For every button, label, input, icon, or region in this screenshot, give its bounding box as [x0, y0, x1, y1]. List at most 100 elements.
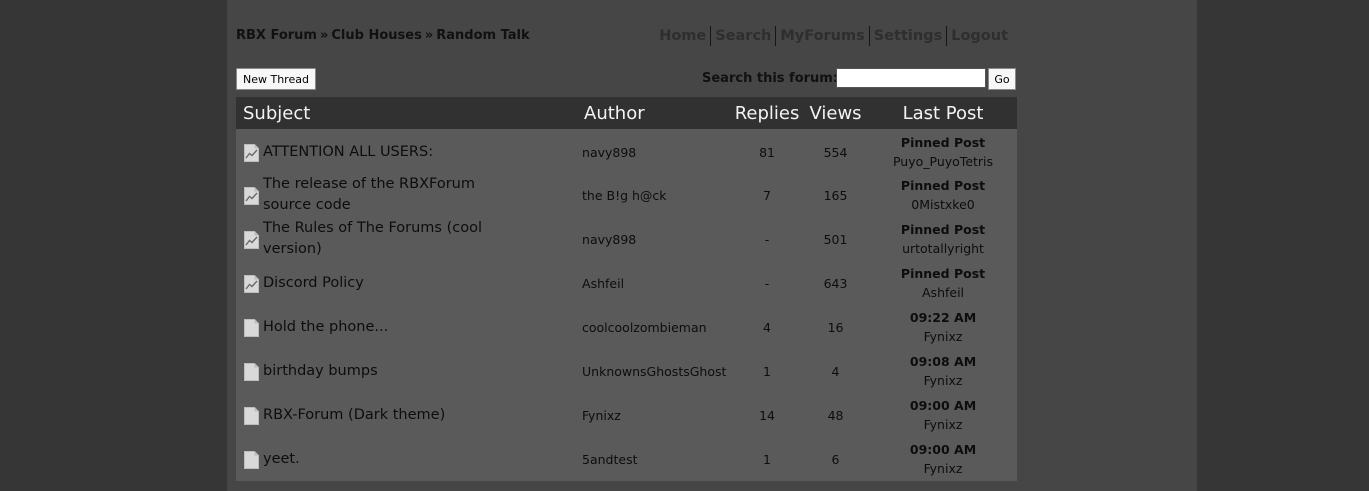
- thread-row[interactable]: ATTENTION ALL USERS: navy898 81 554 Pinned P…: [236, 129, 1018, 173]
- thread-icon-cell: [236, 261, 263, 305]
- header-subject[interactable]: Subject: [236, 97, 583, 129]
- last-post-user[interactable]: Fynixz: [869, 459, 1017, 478]
- thread-replies: 14: [732, 393, 803, 437]
- pinned-thread-icon: [244, 273, 259, 293]
- breadcrumb-item-random-talk[interactable]: Random Talk: [436, 28, 529, 43]
- thread-subject-link[interactable]: Hold the phone...: [263, 305, 583, 349]
- thread-subject-link[interactable]: The Rules of The Forums (cool version): [263, 217, 583, 261]
- last-post-title: Pinned Post: [900, 178, 986, 193]
- pinned-thread-icon: [244, 142, 259, 162]
- thread-replies: 4: [732, 305, 803, 349]
- nav-settings-link[interactable]: Settings: [868, 26, 946, 46]
- last-post-title: Pinned Post: [900, 266, 986, 281]
- thread-author[interactable]: Ashfeil: [582, 261, 733, 305]
- thread-author[interactable]: 5andtest: [582, 437, 733, 481]
- thread-table-header: Subject Author Replies Views Last Post: [236, 97, 1018, 129]
- thread-views: 501: [802, 217, 870, 261]
- thread-replies: 7: [732, 173, 803, 217]
- thread-subject-link[interactable]: ATTENTION ALL USERS:: [263, 129, 583, 173]
- new-thread-button[interactable]: New Thread: [236, 68, 316, 90]
- forum-search-input[interactable]: [836, 68, 986, 88]
- last-post-title: 09:00 AM: [909, 442, 977, 457]
- thread-views: 554: [802, 129, 870, 173]
- thread-row[interactable]: The release of the RBXForum source code t…: [236, 173, 1018, 217]
- thread-replies: 1: [732, 437, 803, 481]
- thread-views: 6: [802, 437, 870, 481]
- thread-row[interactable]: RBX-Forum (Dark theme) Fynixz 14 48 09:00 AM…: [236, 393, 1018, 437]
- search-go-button[interactable]: Go: [988, 68, 1016, 90]
- thread-views: 4: [802, 349, 870, 393]
- last-post-user[interactable]: Puyo_PuyoTetris: [869, 152, 1017, 171]
- thread-icon: [244, 405, 259, 425]
- nav-search-link[interactable]: Search: [710, 26, 775, 46]
- thread-views: 165: [802, 173, 870, 217]
- last-post-user[interactable]: urtotallyright: [869, 239, 1017, 258]
- thread-author[interactable]: coolcoolzombieman: [582, 305, 733, 349]
- thread-views: 16: [802, 305, 870, 349]
- breadcrumb-item-club-houses[interactable]: Club Houses: [331, 28, 421, 43]
- thread-subject-link[interactable]: RBX-Forum (Dark theme): [263, 393, 583, 437]
- thread-author[interactable]: UnknownsGhostsGhost: [582, 349, 733, 393]
- breadcrumb-separator: »: [424, 28, 434, 43]
- thread-last-post: 09:22 AM Fynixz: [869, 305, 1018, 349]
- thread-last-post: 09:00 AM Fynixz: [869, 393, 1018, 437]
- thread-last-post: Pinned Post Puyo_PuyoTetris: [869, 129, 1018, 173]
- thread-replies: 81: [732, 129, 803, 173]
- thread-table: Subject Author Replies Views Last Post A…: [236, 97, 1018, 481]
- thread-icon-cell: [236, 217, 263, 261]
- thread-author[interactable]: Fynixz: [582, 393, 733, 437]
- thread-icon: [244, 449, 259, 469]
- thread-list: ATTENTION ALL USERS: navy898 81 554 Pinned P…: [236, 129, 1018, 481]
- thread-last-post: Pinned Post 0Mistxke0: [869, 173, 1018, 217]
- header-author[interactable]: Author: [582, 97, 733, 129]
- thread-author[interactable]: navy898: [582, 217, 733, 261]
- nav-myforums-link[interactable]: MyForums: [775, 26, 868, 46]
- last-post-title: 09:08 AM: [909, 354, 977, 369]
- last-post-user[interactable]: Fynixz: [869, 371, 1017, 390]
- thread-row[interactable]: The Rules of The Forums (cool version) na…: [236, 217, 1018, 261]
- thread-subject-link[interactable]: Discord Policy: [263, 261, 583, 305]
- thread-row[interactable]: birthday bumps UnknownsGhostsGhost 1 4 09:08…: [236, 349, 1018, 393]
- thread-replies: 1: [732, 349, 803, 393]
- thread-last-post: Pinned Post urtotallyright: [869, 217, 1018, 261]
- search-label: Search this forum:: [702, 71, 839, 86]
- header-views[interactable]: Views: [802, 97, 870, 129]
- nav-logout-link[interactable]: Logout: [946, 26, 1012, 46]
- header-replies[interactable]: Replies: [732, 97, 803, 129]
- thread-row[interactable]: Discord Policy Ashfeil -643 Pinned Post Ashf…: [236, 261, 1018, 305]
- thread-subject-link[interactable]: birthday bumps: [263, 349, 583, 393]
- thread-subject-link[interactable]: The release of the RBXForum source code: [263, 173, 583, 217]
- header-last-post[interactable]: Last Post: [869, 97, 1018, 129]
- thread-last-post: Pinned Post Ashfeil: [869, 261, 1018, 305]
- thread-icon-cell: [236, 393, 263, 437]
- thread-last-post: 09:00 AM Fynixz: [869, 437, 1018, 481]
- thread-author[interactable]: navy898: [582, 129, 733, 173]
- thread-icon-cell: [236, 437, 263, 481]
- thread-replies: -: [732, 217, 803, 261]
- last-post-user[interactable]: Fynixz: [869, 327, 1017, 346]
- forum-page: RBX Forum» Club Houses» Random Talk Home S…: [227, 0, 1197, 491]
- thread-replies: -: [732, 261, 803, 305]
- thread-icon: [244, 361, 259, 381]
- thread-views: 48: [802, 393, 870, 437]
- thread-icon-cell: [236, 173, 263, 217]
- pinned-thread-icon: [244, 229, 259, 249]
- breadcrumb-separator: »: [319, 28, 329, 43]
- last-post-user[interactable]: 0Mistxke0: [869, 195, 1017, 214]
- thread-icon-cell: [236, 305, 263, 349]
- breadcrumb-item-forum[interactable]: RBX Forum: [236, 28, 317, 43]
- last-post-user[interactable]: Ashfeil: [869, 283, 1017, 302]
- last-post-user[interactable]: Fynixz: [869, 415, 1017, 434]
- last-post-title: 09:00 AM: [909, 398, 977, 413]
- nav-home-link[interactable]: Home: [655, 26, 710, 46]
- thread-row[interactable]: Hold the phone... coolcoolzombieman 4 16 09:…: [236, 305, 1018, 349]
- thread-author[interactable]: the B!g h@ck: [582, 173, 733, 217]
- thread-subject-link[interactable]: yeet.: [263, 437, 583, 481]
- thread-row[interactable]: yeet. 5andtest 1 6 09:00 AM Fynixz: [236, 437, 1018, 481]
- breadcrumb: RBX Forum» Club Houses» Random Talk: [236, 28, 530, 43]
- top-nav: Home Search MyForums Settings Logout: [655, 26, 1012, 46]
- last-post-title: Pinned Post: [900, 222, 986, 237]
- last-post-title: Pinned Post: [900, 135, 986, 150]
- last-post-title: 09:22 AM: [909, 310, 977, 325]
- thread-last-post: 09:08 AM Fynixz: [869, 349, 1018, 393]
